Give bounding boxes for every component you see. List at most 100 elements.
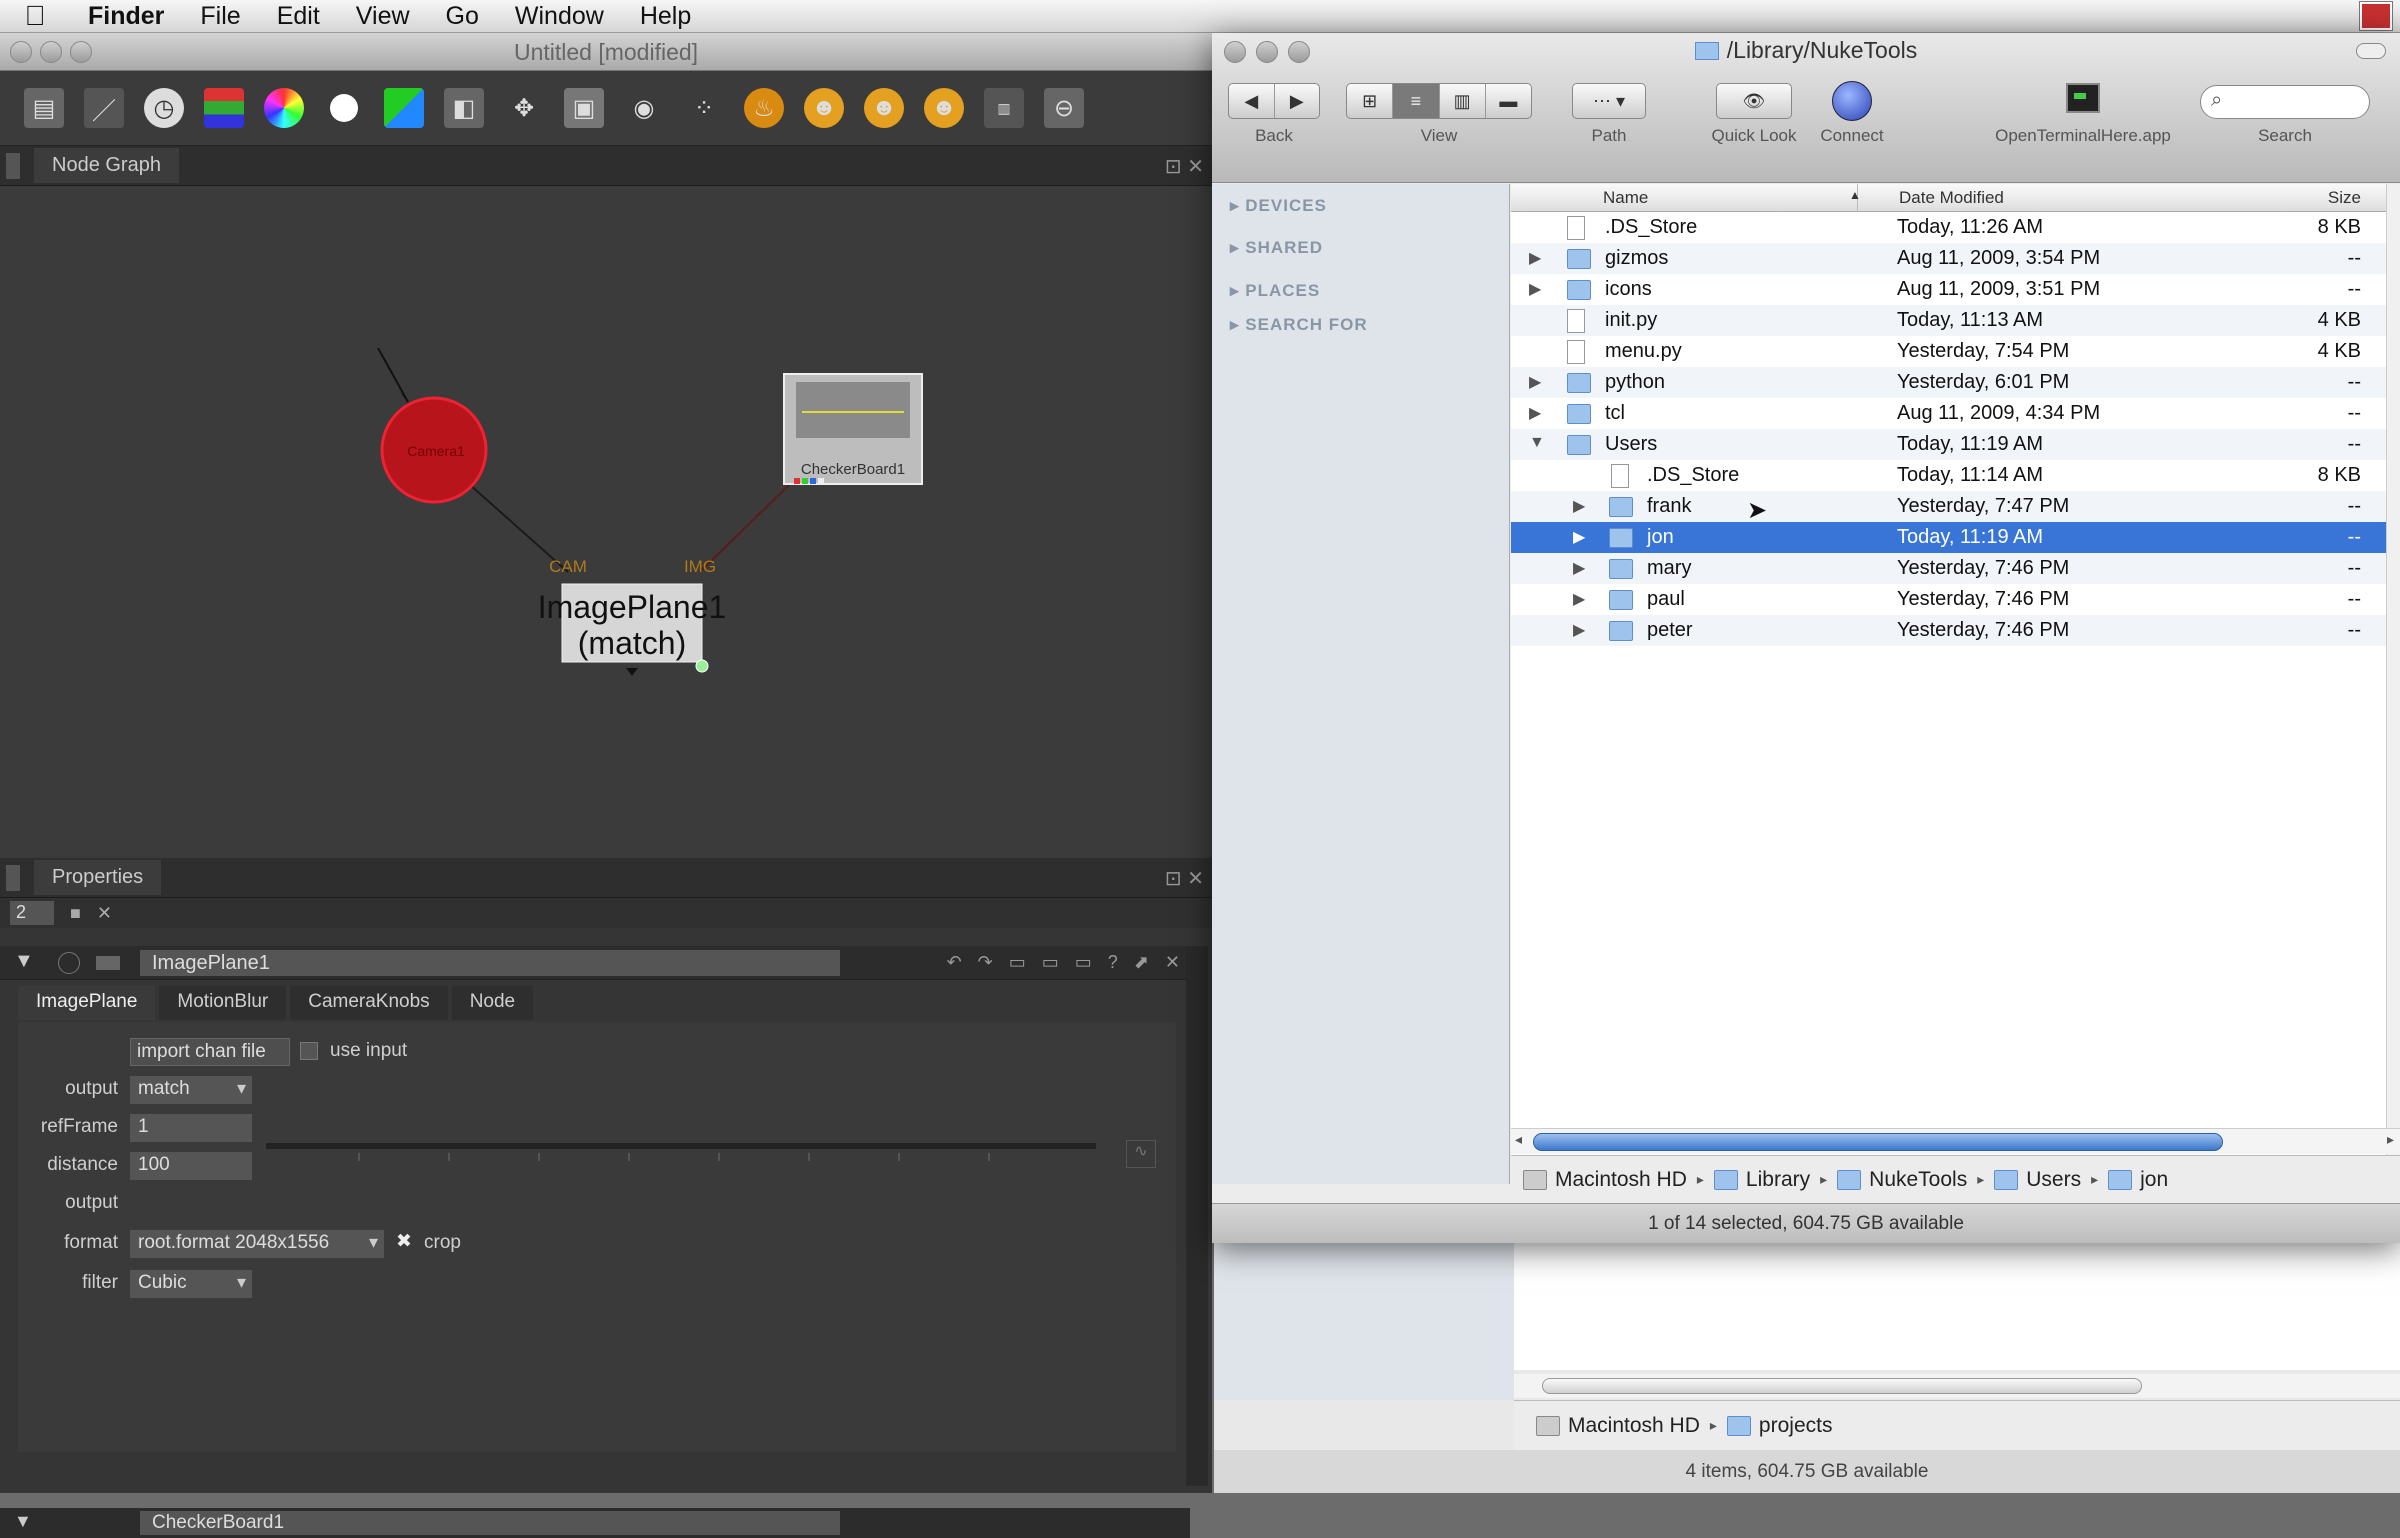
toolbar-furnace-button[interactable]: ♨ bbox=[734, 78, 794, 138]
help-icon[interactable]: ? bbox=[1108, 952, 1118, 973]
center-icon[interactable]: ▭ bbox=[1042, 952, 1059, 973]
apple-menu-icon[interactable]:  bbox=[0, 0, 70, 32]
node-graph-canvas[interactable]: Camera1 CheckerBoard1 CAM IMG ImagePlane… bbox=[0, 186, 1212, 858]
disclosure-triangle-icon[interactable]: ▶ bbox=[1529, 248, 1541, 268]
list-item[interactable]: ▼ Users Today, 11:19 AM -- bbox=[1511, 429, 2386, 460]
toolbar-plugin2-button[interactable]: ☻ bbox=[854, 78, 914, 138]
collapse-triangle-icon[interactable]: ▼ bbox=[14, 950, 34, 973]
list-item[interactable]: ▶ paul Yesterday, 7:46 PM -- bbox=[1511, 584, 2386, 615]
node-color-icon[interactable] bbox=[58, 952, 80, 974]
output-dropdown[interactable]: match bbox=[130, 1076, 252, 1104]
toolbar-color-button[interactable] bbox=[254, 78, 314, 138]
float-icon[interactable]: ▭ bbox=[1009, 952, 1026, 973]
toolbar-keyer-button[interactable] bbox=[374, 78, 434, 138]
toolbar-plugin1-button[interactable]: ☻ bbox=[794, 78, 854, 138]
undo-icon[interactable]: ↶ bbox=[947, 952, 962, 973]
use-input-checkbox[interactable] bbox=[300, 1042, 318, 1060]
quick-look-button[interactable]: 👁 bbox=[1716, 83, 1792, 119]
finder-vertical-scrollbar[interactable] bbox=[2386, 184, 2400, 1164]
close-panel-icon[interactable]: ✕ bbox=[1165, 952, 1180, 973]
distance-field[interactable]: 100 bbox=[130, 1152, 252, 1180]
list-item[interactable]: ▶ mary Yesterday, 7:46 PM -- bbox=[1511, 553, 2386, 584]
toolbar-3d-button[interactable]: ▣ bbox=[554, 78, 614, 138]
import-chan-file-button[interactable]: import chan file bbox=[130, 1038, 290, 1066]
filter-dropdown[interactable]: Cubic bbox=[130, 1270, 252, 1298]
icon-view-button[interactable]: ⊞ bbox=[1347, 84, 1394, 118]
menu-window[interactable]: Window bbox=[497, 2, 622, 31]
menu-view[interactable]: View bbox=[338, 2, 428, 31]
imageplane-name-field[interactable]: ImagePlane1 bbox=[140, 950, 840, 976]
back-button[interactable]: ◀ bbox=[1229, 84, 1275, 118]
sidebar-search-for[interactable]: ▸ SEARCH FOR bbox=[1230, 315, 1368, 335]
disclosure-triangle-icon[interactable]: ▶ bbox=[1573, 589, 1585, 609]
list-item[interactable]: ▶ icons Aug 11, 2009, 3:51 PM -- bbox=[1511, 274, 2386, 305]
toolbar-channel-button[interactable] bbox=[194, 78, 254, 138]
list-item[interactable]: ▶ peter Yesterday, 7:46 PM -- bbox=[1511, 615, 2386, 646]
toolbar-filter-button[interactable] bbox=[314, 78, 374, 138]
imageplane-output-dot[interactable] bbox=[695, 659, 709, 673]
column-header-date[interactable]: Date Modified bbox=[1899, 188, 2004, 208]
column-header-name[interactable]: Name bbox=[1603, 188, 1648, 208]
menu-file[interactable]: File bbox=[182, 2, 258, 31]
scroll-left-icon[interactable]: ◂ bbox=[1515, 1131, 1522, 1148]
toolbar-other-button[interactable]: ▥ bbox=[974, 78, 1034, 138]
list-item[interactable]: init.py Today, 11:13 AM 4 KB bbox=[1511, 305, 2386, 336]
toolbar-views-button[interactable]: ◉ bbox=[614, 78, 674, 138]
list-item[interactable]: ▶ frank Yesterday, 7:47 PM -- bbox=[1511, 491, 2386, 522]
panel-close-icon[interactable]: ⊡ ✕ bbox=[1165, 154, 1204, 179]
menu-app-name[interactable]: Finder bbox=[70, 2, 182, 31]
format-dropdown[interactable]: root.format 2048x1556 bbox=[130, 1230, 384, 1258]
distance-slider[interactable] bbox=[266, 1143, 1096, 1149]
toolbar-transform-button[interactable]: ✥ bbox=[494, 78, 554, 138]
forward-button[interactable]: ▶ bbox=[1275, 84, 1320, 118]
tab-node[interactable]: Node bbox=[451, 986, 534, 1020]
toolbar-time-button[interactable]: ◷ bbox=[134, 78, 194, 138]
revert-icon[interactable]: ▭ bbox=[1075, 952, 1092, 973]
path-item-macintosh-hd[interactable]: Macintosh HD ▸ bbox=[1523, 1168, 1714, 1192]
terminal-icon[interactable] bbox=[2066, 83, 2100, 113]
panel-grip[interactable] bbox=[6, 152, 20, 179]
crop-checkbox[interactable]: ✖ bbox=[396, 1230, 412, 1253]
path-item-macintosh-hd[interactable]: Macintosh HD ▸ bbox=[1536, 1414, 1727, 1438]
list-item-selected[interactable]: ▶ jon Today, 11:19 AM -- bbox=[1511, 522, 2386, 553]
collapse-triangle-icon[interactable]: ▼ bbox=[14, 1511, 32, 1532]
toolbar-metadata-button[interactable]: ⁘ bbox=[674, 78, 734, 138]
disclosure-triangle-icon[interactable]: ▶ bbox=[1573, 558, 1585, 578]
sidebar-places[interactable]: ▸ PLACES bbox=[1230, 281, 1320, 301]
list-item[interactable]: ▶ tcl Aug 11, 2009, 4:34 PM -- bbox=[1511, 398, 2386, 429]
tab-imageplane[interactable]: ImagePlane bbox=[18, 986, 156, 1020]
animation-curve-icon[interactable]: ∿ bbox=[1126, 1140, 1156, 1168]
properties-scrollbar[interactable] bbox=[1186, 946, 1208, 1486]
tab-node-graph[interactable]: Node Graph bbox=[34, 148, 179, 183]
tab-motionblur[interactable]: MotionBlur bbox=[159, 986, 287, 1020]
refframe-field[interactable]: 1 bbox=[130, 1114, 252, 1142]
list-view-button[interactable]: ≡ bbox=[1393, 84, 1440, 118]
path-item-users[interactable]: Users ▸ bbox=[1994, 1168, 2108, 1192]
path-item-nuketools[interactable]: NukeTools ▸ bbox=[1837, 1168, 1994, 1192]
list-item[interactable]: .DS_Store Today, 11:26 AM 8 KB bbox=[1511, 212, 2386, 243]
panel-grip[interactable] bbox=[6, 864, 20, 891]
checkerboard-name-field[interactable]: CheckerBoard1 bbox=[140, 1511, 840, 1535]
search-input[interactable]: ⌕ bbox=[2200, 85, 2370, 119]
redo-icon[interactable]: ↷ bbox=[978, 952, 993, 973]
list-item[interactable]: .DS_Store Today, 11:14 AM 8 KB bbox=[1511, 460, 2386, 491]
menu-help[interactable]: Help bbox=[622, 2, 709, 31]
menubar-status-icon[interactable] bbox=[2359, 1, 2393, 31]
disclosure-triangle-open-icon[interactable]: ▼ bbox=[1529, 434, 1545, 452]
node-tile-color-icon[interactable] bbox=[96, 956, 120, 970]
list-item[interactable]: ▶ python Yesterday, 6:01 PM -- bbox=[1511, 367, 2386, 398]
sidebar-devices[interactable]: ▸ DEVICES bbox=[1230, 196, 1327, 216]
toolbar-image-button[interactable]: ▤ bbox=[14, 78, 74, 138]
finder-horizontal-scrollbar[interactable]: ◂ ▸ bbox=[1511, 1128, 2400, 1154]
scroll-thumb[interactable] bbox=[1533, 1133, 2223, 1151]
max-panels-field[interactable]: 2 bbox=[10, 901, 54, 925]
scroll-right-icon[interactable]: ▸ bbox=[2387, 1131, 2394, 1148]
finder-back-hscroll[interactable] bbox=[1514, 1374, 2400, 1398]
coverflow-view-button[interactable]: ▬ bbox=[1486, 84, 1531, 118]
disclosure-triangle-icon[interactable]: ▶ bbox=[1529, 279, 1541, 299]
menu-edit[interactable]: Edit bbox=[259, 2, 338, 31]
tab-properties[interactable]: Properties bbox=[34, 860, 162, 895]
pin-icon[interactable]: ⬈ bbox=[1134, 952, 1149, 973]
list-item[interactable]: menu.py Yesterday, 7:54 PM 4 KB bbox=[1511, 336, 2386, 367]
finder-back-window[interactable]: Macintosh HD ▸ projects 4 items, 604.75 G… bbox=[1214, 1240, 2400, 1493]
